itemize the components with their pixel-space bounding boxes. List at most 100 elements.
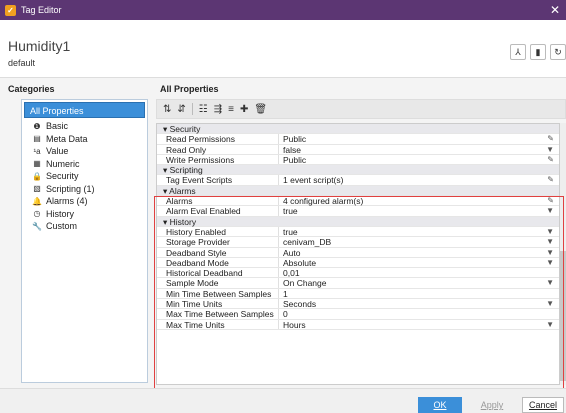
category-item[interactable]: ▦ Numeric — [22, 158, 147, 171]
property-value-text: Hours — [283, 319, 306, 330]
pin-icon[interactable]: ⅄ — [510, 44, 526, 60]
property-value[interactable]: 1 — [279, 288, 559, 299]
wrench-icon: 🔧 — [32, 221, 42, 231]
property-grid-scrollbar[interactable] — [560, 123, 566, 385]
category-label: Alarms (4) — [46, 196, 88, 207]
property-row[interactable]: History Enabled true ▼ — [157, 226, 559, 238]
edit-pencil-icon[interactable]: ✎ — [547, 196, 554, 206]
property-key: Sample Mode — [157, 278, 279, 288]
close-icon[interactable]: ✕ — [550, 3, 560, 17]
category-item[interactable]: ▧ Scripting (1) — [22, 183, 147, 196]
refresh-icon[interactable]: ↻ — [550, 44, 566, 60]
category-all-properties[interactable]: All Properties — [24, 102, 145, 118]
category-item[interactable]: ¹a Value — [22, 145, 147, 158]
category-item[interactable]: 🔒 Security — [22, 170, 147, 183]
property-key: Alarms — [157, 196, 279, 206]
property-value[interactable]: Public ✎ — [279, 134, 559, 144]
script-icon: ▧ — [33, 184, 41, 194]
window-title: Tag Editor — [21, 5, 62, 15]
property-value[interactable]: true ▼ — [279, 206, 559, 216]
property-value[interactable]: cenivam_DB ▼ — [279, 237, 559, 247]
property-value-text: 1 — [283, 288, 288, 299]
dropdown-arrow-icon[interactable]: ▼ — [546, 320, 554, 330]
property-value[interactable]: 4 configured alarm(s) ✎ — [279, 196, 559, 206]
collapse-arrow-icon[interactable]: ▾ — [163, 165, 170, 175]
dialog-footer: OK Apply Cancel — [0, 388, 566, 413]
dropdown-arrow-icon[interactable]: ▼ — [546, 278, 554, 288]
cancel-button[interactable]: Cancel — [522, 397, 564, 413]
property-value[interactable]: false ▼ — [279, 145, 559, 155]
property-section[interactable]: ▾ Alarms — [157, 185, 559, 197]
property-value[interactable]: 1 event script(s) ✎ — [279, 175, 559, 185]
collapse-arrow-icon[interactable]: ▾ — [163, 217, 170, 227]
dropdown-arrow-icon[interactable]: ▼ — [546, 258, 554, 268]
edit-pencil-icon[interactable]: ✎ — [547, 155, 554, 165]
sort-ascending-icon[interactable]: ⇅ — [163, 104, 171, 115]
category-item[interactable]: 🔔 Alarms (4) — [22, 195, 147, 208]
property-key: Historical Deadband — [157, 268, 279, 278]
property-value[interactable]: Absolute ▼ — [279, 258, 559, 268]
property-row[interactable]: Alarm Eval Enabled true ▼ — [157, 206, 559, 217]
property-value[interactable]: Hours ▼ — [279, 319, 559, 330]
property-value[interactable]: Auto ▼ — [279, 248, 559, 258]
property-value[interactable]: Seconds ▼ — [279, 299, 559, 310]
dropdown-arrow-icon[interactable]: ▼ — [546, 145, 554, 155]
edit-pencil-icon[interactable]: ✎ — [547, 175, 554, 185]
add-icon[interactable]: ✚ — [240, 104, 248, 115]
category-item[interactable]: ◷ History — [22, 208, 147, 221]
property-row[interactable]: Alarms 4 configured alarm(s) ✎ — [157, 196, 559, 207]
property-row[interactable]: Write Permissions Public ✎ — [157, 154, 559, 166]
property-row[interactable]: Historical Deadband 0,01 — [157, 268, 559, 279]
tag-name: Humidity1 — [8, 38, 71, 54]
property-row[interactable]: Read Only false ▼ — [157, 144, 559, 155]
property-row[interactable]: Max Time Units Hours ▼ — [157, 319, 559, 330]
expand-all-icon[interactable]: ⇶ — [214, 104, 222, 115]
property-row[interactable]: Min Time Units Seconds ▼ — [157, 299, 559, 310]
category-item[interactable]: ❶ Basic — [22, 120, 147, 133]
property-key: History Enabled — [157, 226, 279, 237]
category-label: Value — [46, 146, 69, 157]
dropdown-arrow-icon[interactable]: ▼ — [546, 206, 554, 216]
property-row[interactable]: Deadband Mode Absolute ▼ — [157, 257, 559, 269]
dropdown-arrow-icon[interactable]: ▼ — [546, 227, 554, 237]
document-icon[interactable]: ▮ — [530, 44, 546, 60]
property-section[interactable]: ▾ History — [157, 216, 559, 227]
property-row[interactable]: Tag Event Scripts 1 event script(s) ✎ — [157, 175, 559, 186]
category-label: Basic — [46, 121, 69, 132]
categorize-icon[interactable]: ☷ — [199, 104, 208, 115]
property-value[interactable]: 0 — [279, 309, 559, 319]
dropdown-arrow-icon[interactable]: ▼ — [546, 299, 554, 309]
property-row[interactable]: Deadband Style Auto ▼ — [157, 247, 559, 258]
ok-button[interactable]: OK — [418, 397, 462, 413]
property-value[interactable]: Public ✎ — [279, 155, 559, 165]
editor-body: Categories All Properties All Properties… — [0, 78, 566, 388]
property-value[interactable]: 0,01 — [279, 268, 559, 278]
category-item[interactable]: ▤ Meta Data — [22, 133, 147, 146]
edit-pencil-icon[interactable]: ✎ — [547, 134, 554, 144]
category-label: History — [46, 208, 75, 219]
property-row[interactable]: Read Permissions Public ✎ — [157, 134, 559, 145]
property-value[interactable]: On Change ▼ — [279, 278, 559, 288]
category-label: Numeric — [46, 158, 80, 169]
sort-descending-icon[interactable]: ⇵ — [177, 104, 185, 115]
property-row[interactable]: Min Time Between Samples 1 — [157, 288, 559, 300]
property-key: Max Time Between Samples — [157, 309, 279, 319]
property-section[interactable]: ▾ Security — [157, 124, 559, 135]
delete-icon[interactable]: 🗑 — [254, 104, 267, 115]
apply-button[interactable]: Apply — [470, 397, 514, 413]
property-row[interactable]: Storage Provider cenivam_DB ▼ — [157, 237, 559, 248]
property-row[interactable]: Sample Mode On Change ▼ — [157, 278, 559, 289]
property-value[interactable]: true ▼ — [279, 227, 559, 237]
category-item[interactable]: 🔧 Custom — [22, 220, 147, 233]
property-key: Read Only — [157, 144, 279, 155]
collapse-arrow-icon[interactable]: ▾ — [163, 124, 170, 134]
property-value-text: Seconds — [283, 299, 317, 310]
info-icon: ❶ — [33, 121, 41, 131]
property-section[interactable]: ▾ Scripting — [157, 165, 559, 176]
dropdown-arrow-icon[interactable]: ▼ — [546, 248, 554, 258]
collapse-all-icon[interactable]: ≡ — [228, 104, 234, 115]
property-row[interactable]: Max Time Between Samples 0 — [157, 309, 559, 320]
section-label: ▾ Alarms — [157, 186, 196, 196]
dropdown-arrow-icon[interactable]: ▼ — [546, 237, 554, 247]
scrollbar-thumb[interactable] — [560, 251, 566, 381]
